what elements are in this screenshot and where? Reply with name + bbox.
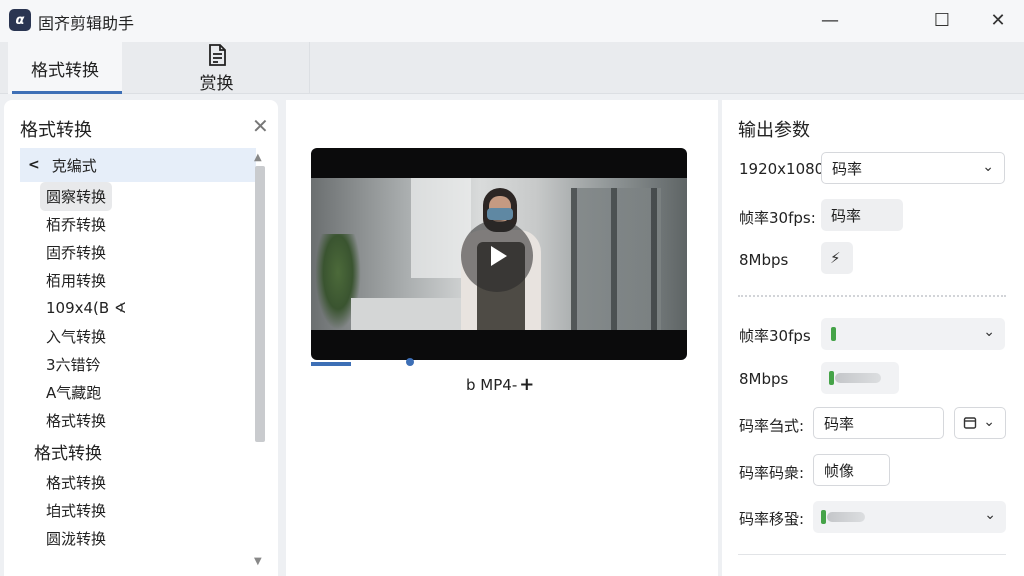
tree-item-label: 固乔转换 [46, 243, 107, 262]
tree-item-label: 格式转换 [46, 473, 107, 492]
framerate-chip[interactable]: 码率 [821, 199, 903, 231]
bitrate-label: 8Mbps [739, 251, 789, 269]
tree-item[interactable]: 圆泷转换 [20, 524, 256, 552]
tree-item-label: 入气转换 [46, 327, 107, 346]
tree-item[interactable]: 格式转换 [20, 406, 256, 434]
framerate-select[interactable]: ⌄ [821, 318, 1005, 350]
chevron-down-icon: ⌄ [983, 414, 995, 430]
input-value: 码率 [824, 414, 855, 433]
window-title: 固齐剪辑助手 [38, 14, 135, 33]
ratecode-label: 码率码衆: [739, 464, 805, 482]
chevron-down-icon: ⌄ [982, 159, 994, 175]
tree-item-label: 栢乔转换 [46, 215, 107, 234]
document-icon [208, 43, 226, 66]
resolution-select[interactable]: 码率 ⌄ [821, 152, 1005, 184]
tree-item-label: A气藏跑 [46, 383, 102, 402]
tab-bar: 格式转换 赏换 [0, 42, 1024, 94]
tab-format-convert[interactable]: 格式转换 [8, 42, 122, 94]
scene-person-mask [487, 208, 513, 220]
add-icon[interactable]: + [519, 374, 534, 395]
bitrate-slider[interactable] [821, 362, 899, 394]
slider-track [835, 373, 881, 383]
play-button[interactable] [461, 220, 533, 292]
tree-item[interactable]: 入气转换 [20, 322, 256, 350]
scroll-up-icon[interactable]: ▲ [254, 152, 262, 163]
ratemode-input[interactable]: 码率 [813, 407, 944, 439]
scrollbar-thumb[interactable] [255, 166, 265, 442]
tree-item[interactable]: 栢乔转换 [20, 210, 256, 238]
framerate-label: 帧率30fps: [739, 209, 816, 227]
scene-desk [351, 298, 461, 330]
tree-item-label: 栢用转换 [46, 271, 107, 290]
tree-item[interactable]: A气藏跑 [20, 378, 256, 406]
playback-handle[interactable] [406, 358, 414, 366]
tree-header-label: 克编式 [51, 156, 97, 175]
bitrate2-label: 8Mbps [739, 370, 789, 388]
level-track [827, 512, 865, 522]
tree-item[interactable]: 109x4(B ∢ [20, 294, 256, 322]
divider [738, 554, 1006, 555]
flash-icon[interactable]: ⚡ [821, 242, 853, 274]
chevron-down-icon: ⌄ [984, 507, 996, 523]
video-preview[interactable] [311, 148, 687, 360]
title-bar: α 固齐剪辑助手 — ☐ ✕ [0, 0, 1024, 42]
tree-item-label: 垍式转换 [46, 501, 107, 520]
tree-expanded-header[interactable]: < 克编式 [20, 148, 256, 182]
tree-item[interactable]: 固乔转换 [20, 238, 256, 266]
ratemode-dropdown[interactable]: ⌄ [954, 407, 1006, 439]
tree-item[interactable]: 垍式转换 [20, 496, 256, 524]
tree-item-label: 3六错钤 [46, 355, 101, 374]
level-indicator [821, 510, 826, 524]
app-logo-icon: α [9, 9, 31, 31]
scroll-down-icon[interactable]: ▼ [254, 556, 262, 567]
tree-item-label: 109x4(B ∢ [46, 299, 127, 317]
format-sidebar: 格式转换 ✕ < 克编式 圆察转换 栢乔转换 固乔转换 栢用转换 109x4(B… [4, 100, 278, 576]
playback-progress[interactable] [311, 362, 351, 366]
tree-item-label: 圆泷转换 [46, 529, 107, 548]
tab-label: 赏换 [199, 73, 234, 94]
tab-label: 格式转换 [31, 60, 99, 81]
tree-item[interactable]: 格式转换 [20, 468, 256, 496]
ratecode-input[interactable]: 帧像 [813, 454, 890, 486]
close-icon[interactable]: ✕ [252, 114, 269, 138]
tree-item[interactable]: 3六错钤 [20, 350, 256, 378]
input-value: 帧像 [824, 461, 855, 480]
sidebar-scrollbar[interactable]: ▲ ▼ [250, 150, 268, 574]
resolution-label: 1920x1080 [739, 160, 825, 178]
divider [738, 295, 1006, 297]
output-params-panel: 输出参数 1920x1080 码率 ⌄ 帧率30fps: 码率 8Mbps ⚡ … [722, 100, 1024, 576]
tree-item[interactable]: 圆察转换 [20, 181, 256, 211]
maximize-button[interactable]: ☐ [914, 0, 970, 40]
tab-replace[interactable]: 赏换 [124, 42, 310, 94]
slider-handle[interactable] [829, 371, 834, 385]
tree-item-label: 圆察转换 [40, 181, 113, 211]
close-window-button[interactable]: ✕ [970, 0, 1024, 40]
tree-group-title[interactable]: 格式转换 [20, 434, 256, 468]
level-indicator [831, 327, 836, 341]
sidebar-title: 格式转换 [20, 120, 92, 141]
scene-shelf [571, 188, 661, 330]
ratemode-label: 码率刍式: [739, 417, 805, 435]
output-format-label[interactable]: b MP4- + [466, 374, 534, 395]
play-icon [491, 246, 507, 266]
output-title: 输出参数 [738, 120, 810, 141]
ratemove-label: 码率移蛩: [739, 510, 805, 528]
calendar-icon [963, 417, 977, 429]
minimize-button[interactable]: — [802, 0, 858, 40]
ratemove-select[interactable]: ⌄ [813, 501, 1006, 533]
framerate2-label: 帧率30fps [739, 327, 811, 345]
chevron-left-icon: < [28, 157, 40, 173]
chevron-down-icon: ⌄ [983, 324, 995, 340]
preview-panel: b MP4- + [286, 100, 718, 576]
tree-item[interactable]: 栢用转换 [20, 266, 256, 294]
format-text: b MP4- [466, 376, 518, 394]
format-tree: < 克编式 圆察转换 栢乔转换 固乔转换 栢用转换 109x4(B ∢ 入气转换… [20, 148, 256, 552]
tree-item-label: 格式转换 [46, 411, 107, 430]
select-value: 码率 [832, 159, 863, 178]
